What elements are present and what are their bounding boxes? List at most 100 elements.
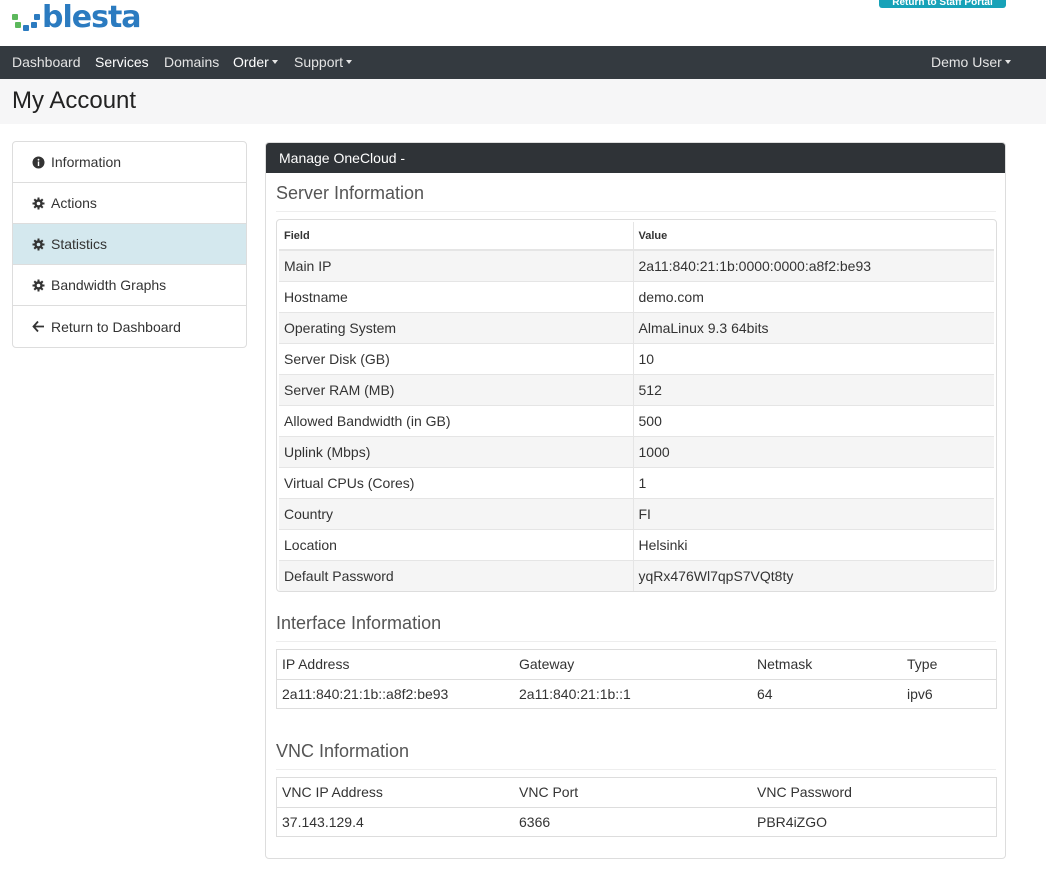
nav-services-label: Services [95, 54, 149, 70]
column-header: Value [632, 222, 994, 251]
table-cell: 2a11:840:21:1b::a8f2:be93 [277, 678, 514, 708]
column-header: VNC Password [757, 784, 852, 801]
sidebar-item-bandwidth-graphs[interactable]: Bandwidth Graphs [13, 265, 246, 306]
arrow-left-icon [32, 320, 45, 333]
nav-domains[interactable]: Domains [164, 46, 219, 79]
field-cell: Country [279, 497, 633, 529]
table-row: Location Helsinki [279, 528, 994, 560]
table-header-row: Field Value [279, 222, 994, 251]
field-cell: Operating System [279, 311, 633, 343]
user-menu-dropdown[interactable]: Demo User [931, 46, 1011, 79]
table-row: 37.143.129.4 6366 PBR4iZGO [277, 806, 996, 836]
value-cell: 2a11:840:21:1b:0000:0000:a8f2:be93 [632, 249, 994, 281]
value-cell: yqRx476Wl7qpS7VQt8ty [632, 559, 994, 591]
logo-text: blesta [42, 0, 142, 35]
table-row: Server RAM (MB) 512 [279, 373, 994, 405]
table-cell: 2a11:840:21:1b::1 [514, 678, 752, 708]
field-cell: Virtual CPUs (Cores) [279, 466, 633, 498]
sidebar-item-label: Actions [51, 195, 97, 211]
table-row: Server Disk (GB) 10 [279, 342, 994, 374]
field-cell: Server RAM (MB) [279, 373, 633, 405]
value-cell: 10 [632, 342, 994, 374]
field-cell: Hostname [279, 280, 633, 312]
page-title: My Account [12, 87, 137, 114]
nav-support-dropdown[interactable]: Support [294, 46, 353, 79]
column-header: VNC Port [519, 784, 579, 801]
nav-order-label: Order [233, 54, 269, 70]
nav-support-label: Support [294, 54, 344, 70]
field-cell: Main IP [279, 249, 633, 281]
nav-domains-label: Domains [164, 54, 220, 70]
table-row: Virtual CPUs (Cores) 1 [279, 466, 994, 498]
sidebar-item-label: Statistics [51, 236, 108, 252]
table-cell: 37.143.129.4 [277, 806, 514, 836]
table-row: Allowed Bandwidth (in GB) 500 [279, 404, 994, 436]
column-header: VNC IP Address [282, 784, 383, 801]
sidebar-item-actions[interactable]: Actions [13, 183, 246, 224]
field-cell: Uplink (Mbps) [279, 435, 633, 467]
service-sidebar: Information Actions Statistics Bandwidth… [12, 141, 247, 348]
nav-dashboard[interactable]: Dashboard [12, 46, 81, 79]
sidebar-item-statistics[interactable]: Statistics [13, 224, 246, 265]
table-header-row: IP Address Gateway Netmask Type [277, 650, 996, 679]
value-cell: 512 [632, 373, 994, 405]
divider [276, 769, 996, 770]
table-cell: PBR4iZGO [752, 806, 996, 836]
nav-services[interactable]: Services [95, 46, 149, 79]
blesta-logo[interactable]: blesta [12, 0, 142, 35]
sidebar-item-label: Bandwidth Graphs [51, 277, 167, 293]
table-cell: 6366 [514, 806, 752, 836]
sidebar-item-label: Return to Dashboard [51, 318, 181, 335]
panel-title: Manage OneCloud - [266, 143, 1005, 173]
table-row: Hostname demo.com [279, 280, 994, 312]
table-header-row: VNC IP Address VNC Port VNC Password [277, 778, 996, 807]
column-header: Field [279, 222, 633, 251]
table-cell: 64 [752, 678, 902, 708]
value-cell: 500 [632, 404, 994, 436]
sidebar-item-return-to-dashboard[interactable]: Return to Dashboard [13, 306, 246, 347]
chevron-down-icon [271, 60, 278, 65]
table-row: Operating System AlmaLinux 9.3 64bits [279, 311, 994, 343]
nav-order-dropdown[interactable]: Order [233, 46, 278, 79]
sidebar-item-information[interactable]: Information [13, 142, 246, 183]
gear-icon [32, 238, 45, 251]
value-cell: Helsinki [632, 528, 994, 560]
column-header: Type [907, 656, 938, 673]
field-cell: Default Password [279, 559, 633, 591]
manage-service-panel: Manage OneCloud - Server Information Fie… [265, 142, 1006, 859]
nav-dashboard-label: Dashboard [12, 54, 81, 70]
return-to-staff-portal-button[interactable]: Return to Staff Portal [879, 0, 1006, 8]
user-menu-label: Demo User [931, 54, 1002, 70]
value-cell: 1 [632, 466, 994, 498]
column-header: IP Address [282, 656, 350, 673]
table-cell: ipv6 [902, 678, 996, 708]
table-row: Uplink (Mbps) 1000 [279, 435, 994, 467]
server-information-heading: Server Information [276, 183, 425, 203]
column-header: Netmask [757, 656, 813, 673]
interface-information-heading: Interface Information [276, 613, 442, 633]
site-header: blesta Return to Staff Portal [0, 0, 1046, 46]
chevron-down-icon [346, 60, 353, 65]
value-cell: demo.com [632, 280, 994, 312]
field-cell: Allowed Bandwidth (in GB) [279, 404, 633, 436]
main-nav: Dashboard Services Domains Order Support… [0, 46, 1046, 79]
interface-information-table: IP Address Gateway Netmask Type 2a11:840… [276, 649, 997, 709]
chevron-down-icon [1004, 60, 1011, 65]
page-title-bar: My Account [0, 79, 1046, 124]
server-information-table: Field Value Main IP 2a11:840:21:1b:0000:0… [276, 219, 997, 592]
divider [276, 641, 996, 642]
gear-icon [32, 197, 45, 210]
table-row: 2a11:840:21:1b::a8f2:be93 2a11:840:21:1b… [277, 678, 996, 708]
sidebar-item-label: Information [51, 154, 122, 170]
value-cell: FI [632, 497, 994, 529]
value-cell: 1000 [632, 435, 994, 467]
field-cell: Location [279, 528, 633, 560]
column-header: Gateway [519, 656, 575, 673]
vnc-information-table: VNC IP Address VNC Port VNC Password 37.… [276, 777, 997, 837]
field-cell: Server Disk (GB) [279, 342, 633, 374]
table-row: Default Password yqRx476Wl7qpS7VQt8ty [279, 559, 994, 591]
table-row: Main IP 2a11:840:21:1b:0000:0000:a8f2:be9… [279, 249, 994, 281]
staff-button-label: Return to Staff Portal [892, 0, 993, 8]
value-cell: AlmaLinux 9.3 64bits [632, 311, 994, 343]
table-row: Country FI [279, 497, 994, 529]
